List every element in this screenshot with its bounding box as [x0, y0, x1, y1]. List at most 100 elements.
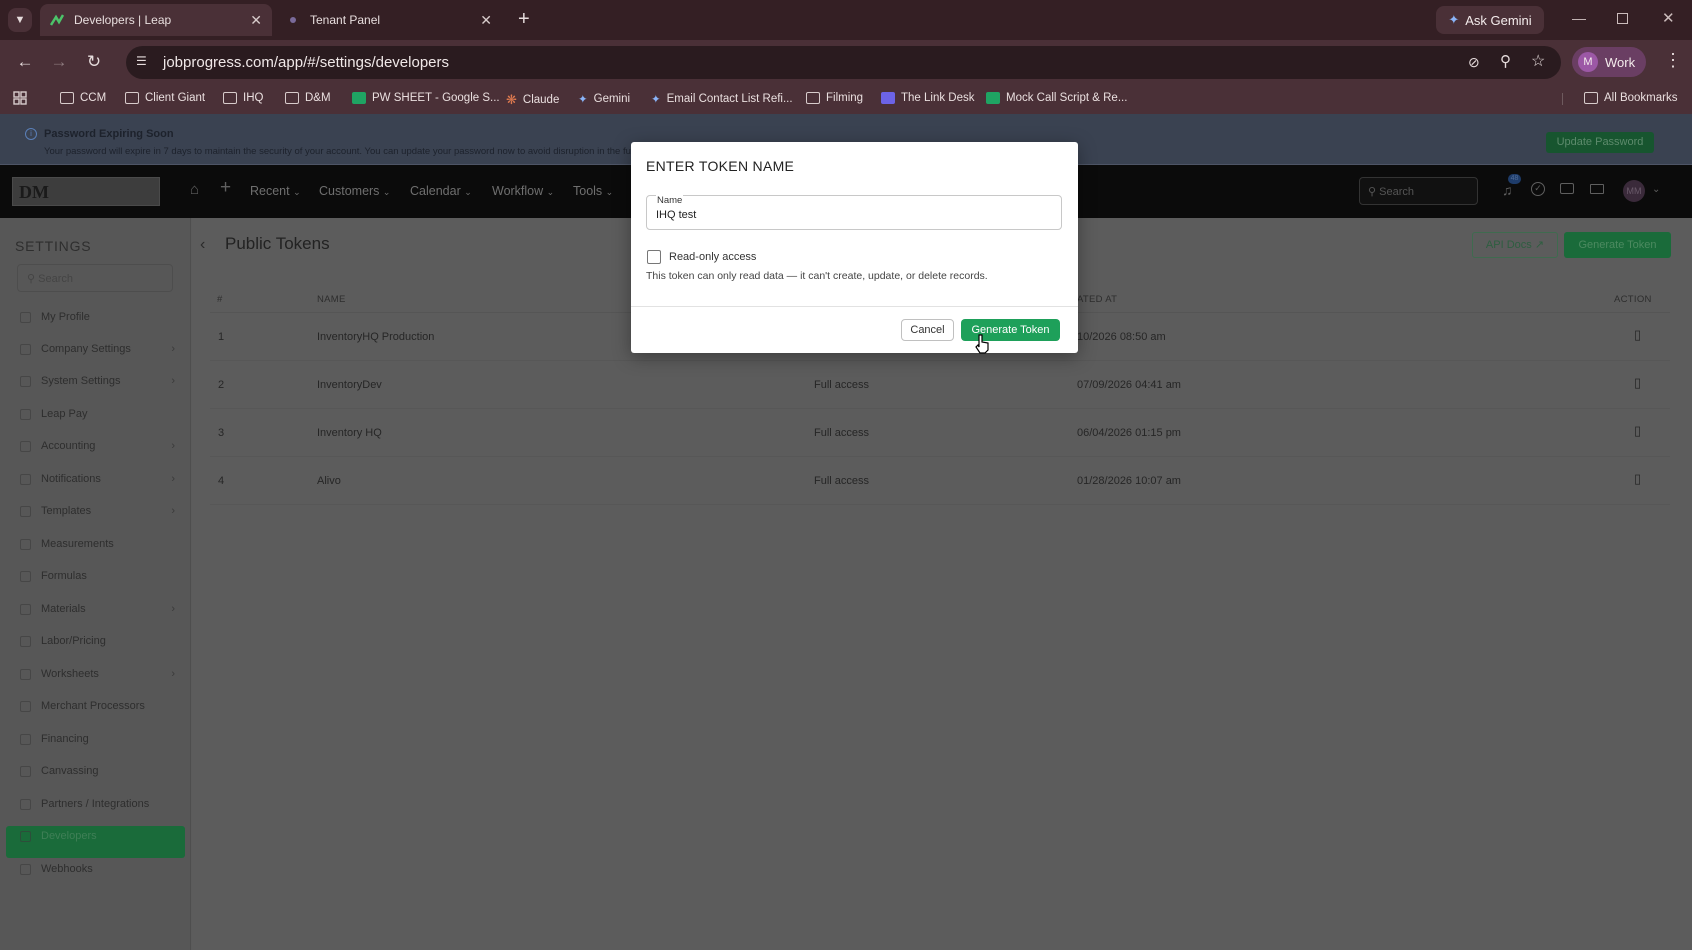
tab-title: Developers | Leap	[74, 13, 172, 27]
sidebar-item-label: System Settings	[41, 375, 121, 387]
bookmark-email-contact[interactable]: ✦ Email Contact List Refi...	[651, 92, 793, 106]
read-only-label[interactable]: Read-only access	[669, 251, 756, 263]
chevron-right-icon: ›	[171, 603, 175, 615]
api-docs-label: API Docs	[1485, 239, 1532, 251]
sidebar-item-partners-integrations[interactable]: Partners / Integrations	[20, 798, 175, 810]
row-number: 4	[218, 475, 225, 487]
sidebar-item-icon	[20, 505, 31, 517]
api-docs-button[interactable]: API Docs ↗	[1472, 232, 1558, 258]
close-tab-icon[interactable]: ✕	[480, 12, 492, 29]
bookmark-claude[interactable]: ❋ Claude	[506, 92, 559, 108]
reload-icon[interactable]: ↻	[84, 52, 104, 72]
chevron-down-icon: ⌄	[464, 187, 472, 197]
sidebar-item-financing[interactable]: Financing	[20, 733, 175, 745]
nav-workflow[interactable]: Workflow ⌄	[492, 184, 554, 198]
sidebar-item-icon	[20, 733, 31, 745]
sidebar-item-materials[interactable]: Materials ›	[20, 603, 175, 615]
delete-trash-icon[interactable]: ▯	[1634, 327, 1641, 343]
bookmark-gemini[interactable]: ✦ Gemini	[578, 92, 630, 106]
delete-trash-icon[interactable]: ▯	[1634, 375, 1641, 391]
sidebar-item-measurements[interactable]: Measurements	[20, 538, 175, 550]
minimize-window-icon[interactable]: —	[1572, 10, 1586, 26]
company-logo[interactable]: DM	[12, 177, 160, 206]
global-search-input[interactable]: ⚲ Search	[1359, 177, 1478, 205]
chevron-down-icon: ▼	[14, 14, 26, 26]
chevron-down-icon[interactable]: ⌄	[1652, 184, 1660, 195]
nav-customers[interactable]: Customers ⌄	[319, 184, 390, 198]
sidebar-item-webhooks[interactable]: Webhooks	[20, 863, 175, 875]
bookmark-the-link-desk[interactable]: The Link Desk	[881, 92, 975, 104]
profile-button[interactable]: M Work	[1572, 47, 1646, 77]
token-name-field[interactable]: Name IHQ test	[646, 195, 1062, 230]
row-number: 1	[218, 331, 225, 343]
nav-tools[interactable]: Tools ⌄	[573, 184, 613, 198]
sidebar-search-input[interactable]: ⚲ Search	[17, 264, 173, 292]
update-password-button[interactable]: Update Password	[1546, 132, 1654, 153]
sidebar-item-formulas[interactable]: Formulas	[20, 570, 175, 582]
browser-tab-developers[interactable]: Developers | Leap ✕	[40, 4, 272, 36]
ask-gemini-button[interactable]: ✦ Ask Gemini	[1436, 6, 1544, 34]
sidebar-item-label: Materials	[41, 603, 86, 615]
sidebar-item-templates[interactable]: Templates ›	[20, 505, 175, 517]
close-window-icon[interactable]: ✕	[1662, 9, 1675, 27]
bookmark-dm[interactable]: D&M	[285, 92, 331, 104]
nav-label: Customers	[319, 184, 380, 198]
restore-window-icon[interactable]	[1617, 13, 1628, 24]
sidebar-item-label: Templates	[41, 505, 92, 517]
site-info-icon[interactable]: ☰	[136, 54, 152, 70]
bookmark-star-icon[interactable]: ☆	[1531, 51, 1545, 71]
column-header-name: NAME	[317, 294, 346, 305]
gemini-sparkle-icon: ✦	[1448, 12, 1460, 27]
sidebar-item-developers[interactable]: Developers	[20, 830, 175, 842]
bookmark-label: Email Contact List Refi...	[666, 93, 793, 105]
token-name: InventoryDev	[317, 379, 382, 391]
sidebar-item-worksheets[interactable]: Worksheets ›	[20, 668, 175, 680]
bookmark-mock-call[interactable]: Mock Call Script & Re...	[986, 92, 1127, 104]
sidebar-item-system-settings[interactable]: System Settings ›	[20, 375, 175, 387]
add-icon[interactable]: +	[220, 177, 231, 199]
close-tab-icon[interactable]: ✕	[250, 12, 262, 29]
sidebar-item-leap-pay[interactable]: Leap Pay	[20, 408, 175, 420]
bookmark-pw-sheet[interactable]: PW SHEET - Google S...	[352, 92, 500, 104]
tasks-check-icon[interactable]: ✓	[1531, 182, 1545, 196]
generate-token-header-button[interactable]: Generate Token	[1564, 232, 1671, 258]
user-avatar[interactable]: MM	[1623, 180, 1645, 202]
mail-icon[interactable]	[1590, 184, 1604, 194]
sidebar-item-notifications[interactable]: Notifications ›	[20, 473, 175, 485]
bookmark-ccm[interactable]: CCM	[60, 92, 106, 104]
back-arrow-icon[interactable]: ←	[15, 52, 35, 72]
sidebar-item-accounting[interactable]: Accounting ›	[20, 440, 175, 452]
home-icon[interactable]: ⌂	[190, 181, 199, 198]
sidebar-item-merchant-processors[interactable]: Merchant Processors	[20, 700, 175, 712]
nav-recent[interactable]: Recent ⌄	[250, 184, 301, 198]
chat-icon[interactable]	[1560, 183, 1574, 194]
sidebar-item-canvassing[interactable]: Canvassing	[20, 765, 175, 777]
delete-trash-icon[interactable]: ▯	[1634, 423, 1641, 439]
forward-arrow-icon[interactable]: →	[49, 52, 69, 72]
tracking-blocked-icon[interactable]: ⊘	[1468, 54, 1480, 71]
nav-calendar[interactable]: Calendar ⌄	[410, 184, 472, 198]
back-chevron-icon[interactable]: ‹	[200, 236, 205, 254]
sidebar-item-my-profile[interactable]: My Profile	[20, 311, 175, 323]
browser-menu-icon[interactable]: ⋮	[1664, 50, 1682, 71]
bookmark-ihq[interactable]: IHQ	[223, 92, 263, 104]
sidebar-item-icon	[20, 603, 31, 615]
sidebar-item-company-settings[interactable]: Company Settings ›	[20, 343, 175, 355]
read-only-checkbox[interactable]	[647, 250, 661, 264]
browser-tab-strip: ▼ Developers | Leap ✕ Tenant Panel ✕ + ✦…	[0, 0, 1692, 40]
cancel-button[interactable]: Cancel	[901, 319, 954, 341]
delete-trash-icon[interactable]: ▯	[1634, 471, 1641, 487]
bookmark-client-giant[interactable]: Client Giant	[125, 92, 205, 104]
apps-grid-icon[interactable]	[13, 91, 27, 105]
search-placeholder: Search	[38, 273, 73, 285]
google-sheets-icon	[352, 92, 366, 104]
bookmark-label: PW SHEET - Google S...	[372, 92, 500, 104]
zoom-icon[interactable]: ⚲	[1500, 52, 1511, 70]
browser-tab-tenant-panel[interactable]: Tenant Panel ✕	[276, 4, 502, 36]
sidebar-item-labor-pricing[interactable]: Labor/Pricing	[20, 635, 175, 647]
new-tab-icon[interactable]: +	[518, 8, 530, 30]
tab-search-button[interactable]: ▼	[8, 8, 32, 32]
all-bookmarks[interactable]: All Bookmarks	[1584, 92, 1678, 104]
bell-icon[interactable]: ♫	[1502, 182, 1513, 198]
bookmark-filming[interactable]: Filming	[806, 92, 863, 104]
